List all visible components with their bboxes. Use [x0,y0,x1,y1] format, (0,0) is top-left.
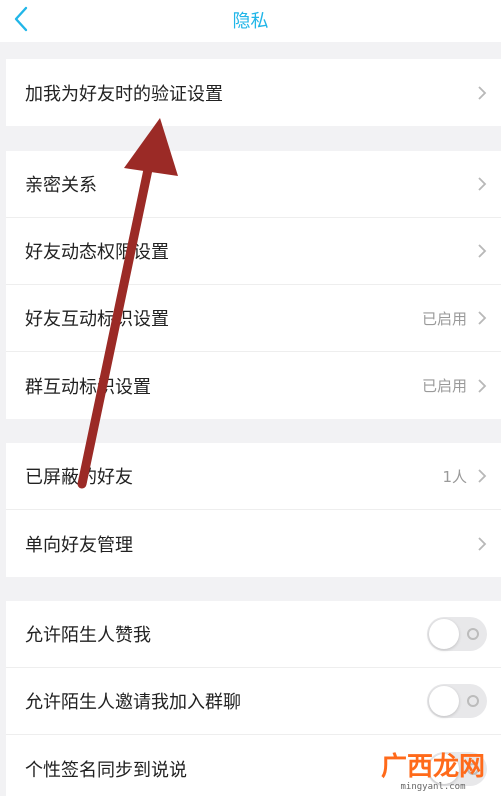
list-item-label: 群互动标识设置 [25,376,151,398]
list-item-label: 个性签名同步到说说 [25,759,187,781]
list-item-label: 已屏蔽的好友 [25,467,133,488]
list-item: 允许陌生人赞我 [6,601,501,668]
list-item[interactable]: 加我为好友时的验证设置 [6,59,501,126]
list-item-label: 加我为好友时的验证设置 [25,83,223,105]
chevron-right-icon [478,244,487,258]
toggle-knob [429,686,459,716]
settings-group-verification: 加我为好友时的验证设置 [6,59,501,126]
toggle-switch[interactable] [427,617,487,651]
list-item[interactable]: 单向好友管理 [6,510,501,577]
list-item[interactable]: 群互动标识设置 已启用 [6,352,501,419]
list-item: 允许陌生人邀请我加入群聊 [6,668,501,735]
status-value: 已启用 [421,377,467,395]
settings-group-friends: 亲密关系 好友动态权限设置 好友互动标识设置 已启用 群互动标识设置 已启用 [6,151,501,419]
chevron-right-icon [478,469,487,483]
chevron-right-icon [478,311,487,325]
chevron-right-icon [478,536,487,551]
watermark-url: mingyanl.com [400,782,466,792]
list-item[interactable]: 好友动态权限设置 [6,218,501,285]
nav-bar: 隐私 [0,0,501,42]
list-item[interactable]: 好友互动标识设置 已启用 [6,285,501,352]
list-item-label: 允许陌生人邀请我加入群聊 [25,692,241,713]
toggle-off-icon [467,628,479,640]
list-item[interactable]: 已屏蔽的好友 1人 [6,443,501,510]
list-item-label: 亲密关系 [25,175,97,196]
watermark-text: 广西龙网 [380,752,485,782]
watermark-logo: 广西龙网 mingyanl.com [373,746,493,792]
page-title: 隐私 [232,11,269,32]
toggle-off-icon [467,695,479,707]
list-item-label: 好友互动标识设置 [25,309,169,330]
list-item-label: 好友动态权限设置 [25,242,169,263]
status-value: 已启用 [421,309,467,328]
toggle-switch[interactable] [427,684,487,718]
list-item[interactable]: 亲密关系 [6,151,501,218]
chevron-right-icon [478,177,487,191]
list-item-label: 允许陌生人赞我 [25,625,151,646]
chevron-right-icon [478,378,487,393]
settings-group-blocked: 已屏蔽的好友 1人 单向好友管理 [6,443,501,577]
list-item-label: 单向好友管理 [25,534,133,556]
chevron-right-icon [478,85,487,100]
toggle-knob [429,619,459,649]
count-value: 1人 [442,467,467,486]
